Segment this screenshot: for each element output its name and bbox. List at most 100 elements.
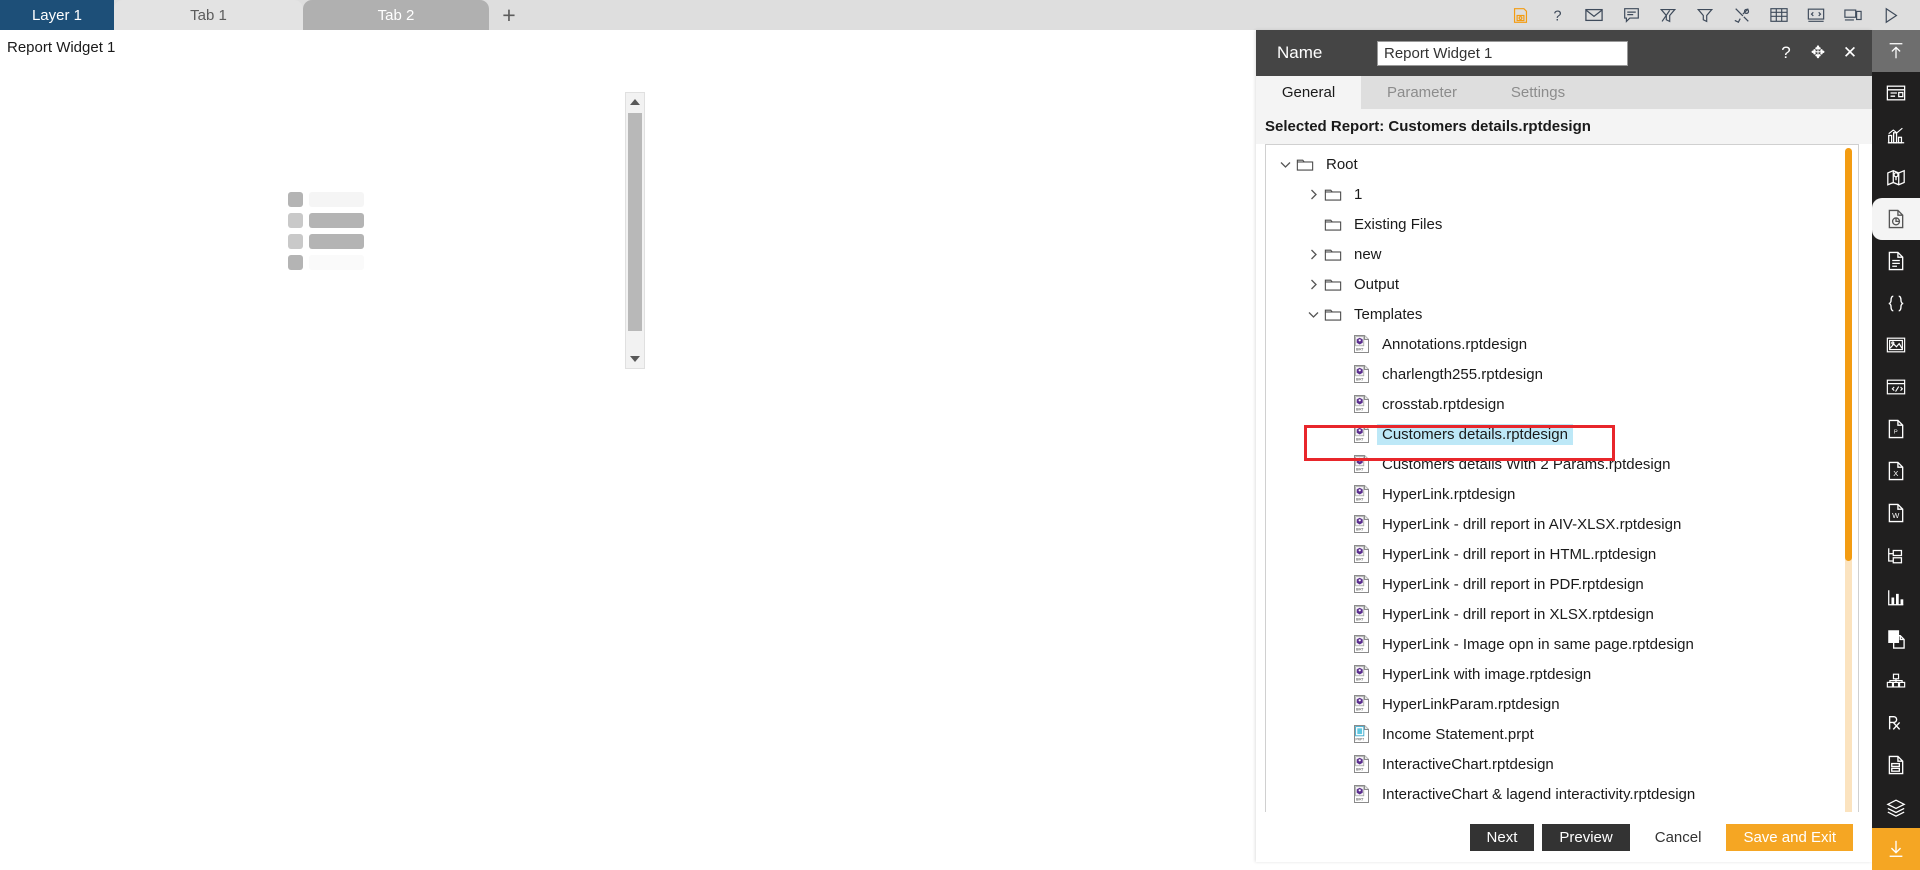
tree-file-node[interactable]: BIRT HyperLink - Image opn in same page.r… bbox=[1266, 629, 1838, 659]
form-icon[interactable] bbox=[1872, 744, 1920, 786]
tree-file-node[interactable]: BIRT HyperLink - drill report in PDF.rptd… bbox=[1266, 569, 1838, 599]
embed-icon[interactable] bbox=[1872, 366, 1920, 408]
tree-file-node[interactable]: BIRT HyperLink with image.rptdesign bbox=[1266, 659, 1838, 689]
layers-icon[interactable] bbox=[1872, 786, 1920, 828]
chevron-down-icon[interactable] bbox=[1276, 159, 1294, 170]
tree-folder-node[interactable]: new bbox=[1266, 239, 1838, 269]
table-icon[interactable] bbox=[1769, 5, 1789, 25]
scroll-down-arrow[interactable] bbox=[626, 350, 644, 368]
tree-vertical-scrollbar[interactable] bbox=[1840, 148, 1856, 838]
tree-node-label: Income Statement.prpt bbox=[1382, 725, 1534, 743]
tools-icon[interactable] bbox=[1732, 5, 1752, 25]
cancel-button[interactable]: Cancel bbox=[1637, 823, 1719, 851]
copy-page-icon[interactable] bbox=[1872, 618, 1920, 660]
scrollbar-thumb[interactable] bbox=[1844, 148, 1852, 561]
image-icon[interactable] bbox=[1872, 324, 1920, 366]
tree-file-node[interactable]: BIRT Customers details.rptdesign bbox=[1266, 419, 1838, 449]
clear-filter-icon[interactable] bbox=[1658, 5, 1678, 25]
comment-icon[interactable] bbox=[1621, 5, 1641, 25]
pdf-icon[interactable]: P bbox=[1872, 408, 1920, 450]
report-widget-placeholder[interactable] bbox=[288, 192, 364, 270]
tree-file-node[interactable]: BIRT HyperLink - drill report in HTML.rpt… bbox=[1266, 539, 1838, 569]
bar-chart-icon[interactable] bbox=[1872, 576, 1920, 618]
report-widget-properties-panel: Name ? ✥ ✕ General Parameter Settings Se… bbox=[1256, 30, 1872, 862]
tree-folder-node[interactable]: Root bbox=[1266, 149, 1838, 179]
chevron-right-icon[interactable] bbox=[1304, 248, 1322, 261]
report-tree-container[interactable]: Root 1 Existing Files new Output Templates BIR… bbox=[1265, 144, 1859, 842]
responsive-icon[interactable] bbox=[1843, 5, 1863, 25]
tree-file-node[interactable]: BIRT HyperLinkParam.rptdesign bbox=[1266, 689, 1838, 719]
rptdesign-file-icon: BIRT bbox=[1350, 785, 1372, 803]
tab-parameter[interactable]: Parameter bbox=[1361, 76, 1483, 109]
report-icon[interactable] bbox=[1872, 198, 1920, 240]
chevron-right-icon[interactable] bbox=[1304, 278, 1322, 291]
svg-text:BIRT: BIRT bbox=[1355, 347, 1363, 351]
preview-button[interactable]: Preview bbox=[1542, 823, 1630, 851]
tree-file-node[interactable]: BIRT crosstab.rptdesign bbox=[1266, 389, 1838, 419]
map-icon[interactable] bbox=[1872, 156, 1920, 198]
document-icon[interactable] bbox=[1872, 240, 1920, 282]
tree-node-label: Existing Files bbox=[1354, 215, 1443, 233]
next-button[interactable]: Next bbox=[1469, 823, 1535, 851]
tree-file-node[interactable]: BIRT InteractiveChart.rptdesign bbox=[1266, 749, 1838, 779]
canvas-vertical-scrollbar[interactable] bbox=[625, 92, 645, 369]
filter-icon[interactable] bbox=[1695, 5, 1715, 25]
design-canvas[interactable]: Report Widget 1 bbox=[0, 30, 1256, 862]
scroll-up-arrow[interactable] bbox=[626, 93, 644, 111]
prescription-icon[interactable] bbox=[1872, 702, 1920, 744]
help-icon[interactable]: ? bbox=[1776, 43, 1796, 63]
tree-node-label: crosstab.rptdesign bbox=[1382, 395, 1505, 413]
tree-file-node[interactable]: BIRT Customers details With 2 Params.rptd… bbox=[1266, 449, 1838, 479]
add-tab-button[interactable]: + bbox=[489, 0, 529, 30]
play-icon[interactable] bbox=[1880, 5, 1900, 25]
tree-file-node[interactable]: BIRT InteractiveChart & lagend interactiv… bbox=[1266, 779, 1838, 809]
tree-folder-node[interactable]: 1 bbox=[1266, 179, 1838, 209]
tree-icon[interactable] bbox=[1872, 534, 1920, 576]
tab-2[interactable]: Tab 2 bbox=[303, 0, 489, 30]
download-icon[interactable] bbox=[1872, 828, 1920, 870]
tab-layer-1[interactable]: Layer 1 bbox=[0, 0, 114, 30]
svg-text:BIRT: BIRT bbox=[1355, 557, 1363, 561]
tree-node-label: InteractiveChart & lagend interactivity.… bbox=[1382, 785, 1696, 803]
tree-file-node[interactable]: BIRT charlength255.rptdesign bbox=[1266, 359, 1838, 389]
tree-folder-node[interactable]: Output bbox=[1266, 269, 1838, 299]
rptdesign-file-icon: BIRT bbox=[1350, 365, 1372, 383]
save-icon[interactable] bbox=[1510, 5, 1530, 25]
right-vertical-toolbar: P X W bbox=[1872, 30, 1920, 870]
tree-folder-node[interactable]: Existing Files bbox=[1266, 209, 1838, 239]
help-icon[interactable]: ? bbox=[1547, 5, 1567, 25]
svg-text:BIRT: BIRT bbox=[1355, 647, 1363, 651]
code-icon[interactable] bbox=[1806, 5, 1826, 25]
chevron-down-icon[interactable] bbox=[1304, 309, 1322, 320]
tab-1[interactable]: Tab 1 bbox=[114, 0, 303, 30]
tree-file-node[interactable]: BIRT HyperLink - drill report in XLSX.rpt… bbox=[1266, 599, 1838, 629]
json-icon[interactable] bbox=[1872, 282, 1920, 324]
tree-file-node[interactable]: PRPT Income Statement.prpt bbox=[1266, 719, 1838, 749]
name-input[interactable] bbox=[1377, 40, 1628, 66]
svg-text:BIRT: BIRT bbox=[1355, 407, 1363, 411]
tree-node-label: HyperLink - Image opn in same page.rptde… bbox=[1382, 635, 1694, 653]
mail-icon[interactable] bbox=[1584, 5, 1604, 25]
rptdesign-file-icon: BIRT bbox=[1350, 665, 1372, 683]
word-icon[interactable]: W bbox=[1872, 492, 1920, 534]
tree-file-node[interactable]: BIRT HyperLink - drill report in AIV-XLSX… bbox=[1266, 509, 1838, 539]
chart-icon[interactable] bbox=[1872, 114, 1920, 156]
svg-text:P: P bbox=[1893, 430, 1897, 436]
tree-folder-node[interactable]: Templates bbox=[1266, 299, 1838, 329]
svg-text:PRPT: PRPT bbox=[1355, 737, 1364, 741]
tree-file-node[interactable]: BIRT Annotations.rptdesign bbox=[1266, 329, 1838, 359]
tab-settings[interactable]: Settings bbox=[1483, 76, 1593, 109]
excel-icon[interactable]: X bbox=[1872, 450, 1920, 492]
chevron-right-icon[interactable] bbox=[1304, 188, 1322, 201]
cluster-icon[interactable] bbox=[1872, 660, 1920, 702]
tree-file-node[interactable]: BIRT HyperLink.rptdesign bbox=[1266, 479, 1838, 509]
widget-icon[interactable] bbox=[1872, 72, 1920, 114]
tab-general[interactable]: General bbox=[1256, 76, 1361, 109]
triangle-down-icon bbox=[630, 356, 640, 362]
scrollbar-thumb[interactable] bbox=[628, 113, 642, 331]
save-and-exit-button[interactable]: Save and Exit bbox=[1726, 823, 1853, 851]
tree-node-label: Templates bbox=[1354, 305, 1423, 323]
move-icon[interactable]: ✥ bbox=[1808, 43, 1828, 63]
collapse-up-icon[interactable] bbox=[1872, 30, 1920, 72]
close-icon[interactable]: ✕ bbox=[1840, 43, 1860, 63]
